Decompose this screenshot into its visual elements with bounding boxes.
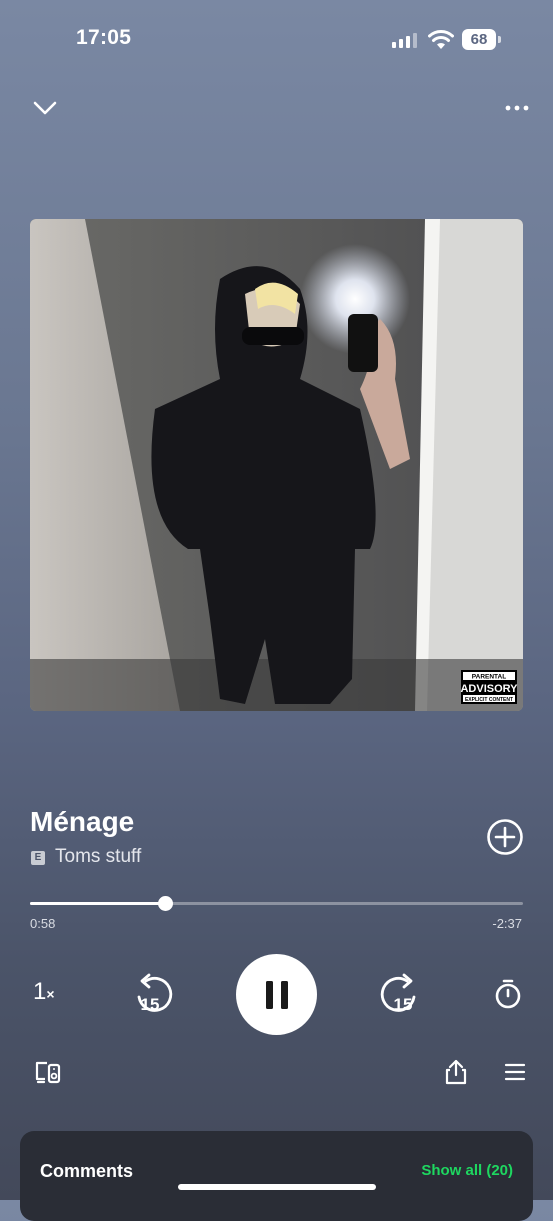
wifi-icon bbox=[428, 30, 454, 49]
parental-advisory-label: PARENTAL ADVISORY EXPLICIT CONTENT bbox=[460, 670, 518, 704]
album-artwork: PARENTAL ADVISORY EXPLICIT CONTENT bbox=[30, 219, 523, 711]
track-title: Ménage bbox=[30, 806, 135, 837]
show-all-comments-link[interactable]: Show all (20) bbox=[421, 1162, 513, 1179]
devices-icon[interactable] bbox=[34, 1059, 62, 1085]
progress-thumb[interactable] bbox=[157, 896, 173, 911]
battery-indicator: 68 bbox=[462, 29, 496, 50]
chevron-down-icon[interactable] bbox=[32, 98, 58, 118]
pause-icon bbox=[265, 980, 288, 1009]
elapsed-time: 0:58 bbox=[30, 916, 56, 931]
timer-icon[interactable] bbox=[494, 978, 522, 1010]
svg-text:EXPLICIT CONTENT: EXPLICIT CONTENT bbox=[465, 697, 513, 703]
more-icon[interactable] bbox=[504, 103, 530, 113]
explicit-badge: E bbox=[31, 851, 45, 865]
skip-forward-label: 15 bbox=[394, 995, 413, 1014]
progress-fill bbox=[30, 902, 166, 905]
speed-suffix: × bbox=[46, 986, 55, 1002]
skip-back-label: 15 bbox=[141, 995, 160, 1014]
playback-speed-button[interactable]: 1× bbox=[33, 978, 55, 1006]
cellular-signal-icon bbox=[392, 32, 418, 48]
skip-back-15-icon[interactable]: 15 bbox=[134, 972, 176, 1016]
add-icon[interactable] bbox=[486, 818, 524, 856]
skip-forward-15-icon[interactable]: 15 bbox=[377, 972, 419, 1016]
home-indicator[interactable] bbox=[178, 1184, 376, 1190]
queue-icon[interactable] bbox=[503, 1061, 527, 1083]
artwork-image: PARENTAL ADVISORY EXPLICIT CONTENT bbox=[30, 219, 523, 711]
status-time: 17:05 bbox=[76, 26, 132, 49]
artist-name[interactable]: Toms stuff bbox=[55, 846, 141, 868]
remaining-time: -2:37 bbox=[492, 916, 522, 931]
battery-tip bbox=[498, 36, 501, 43]
progress-bar[interactable] bbox=[30, 896, 523, 911]
svg-text:PARENTAL: PARENTAL bbox=[472, 674, 506, 681]
speed-value: 1 bbox=[33, 978, 47, 1005]
pause-button[interactable] bbox=[236, 954, 317, 1035]
comments-title: Comments bbox=[40, 1161, 134, 1181]
comments-panel[interactable]: Comments Show all (20) bbox=[20, 1131, 533, 1221]
svg-text:ADVISORY: ADVISORY bbox=[460, 683, 518, 695]
share-icon[interactable] bbox=[443, 1058, 469, 1086]
